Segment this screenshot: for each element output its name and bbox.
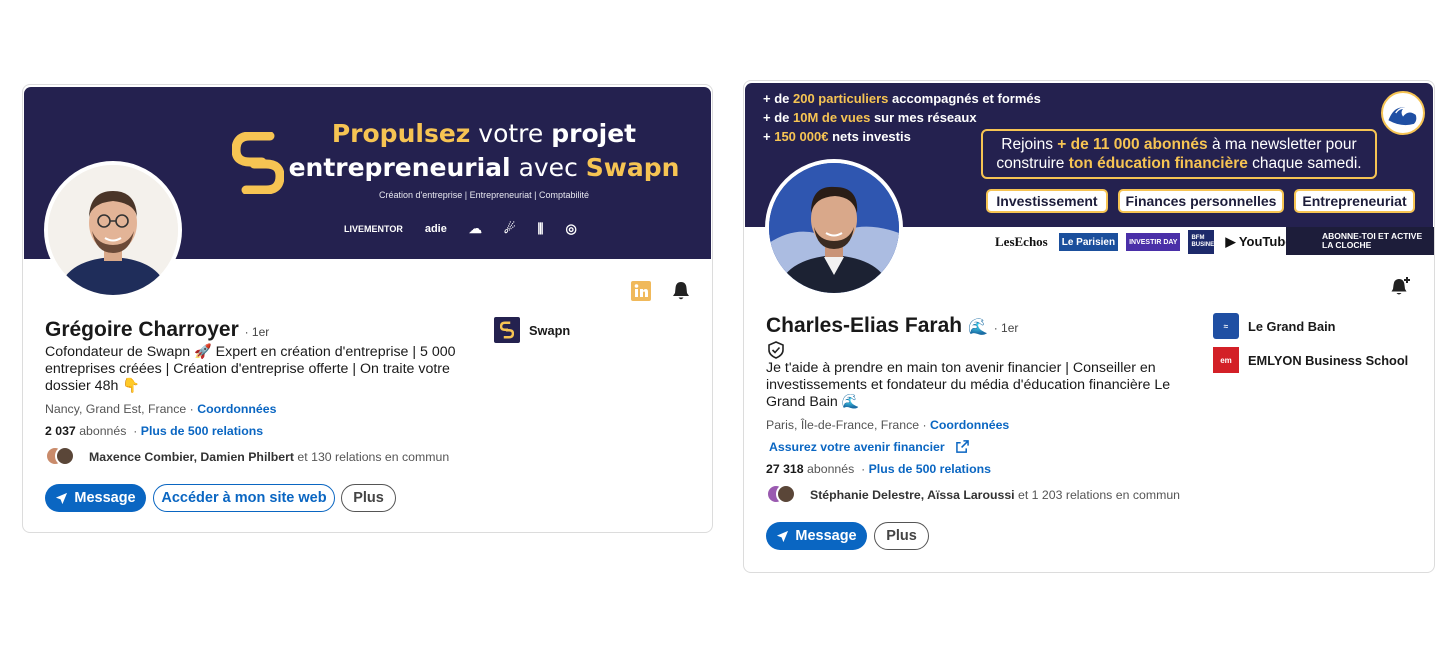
external-link-icon	[956, 440, 969, 453]
mutual-avatars	[45, 444, 75, 470]
company-swapn[interactable]: Swapn	[494, 317, 570, 343]
partner-logo: ⫼	[537, 221, 544, 236]
bell-add-icon[interactable]	[1391, 276, 1411, 296]
contact-info-link[interactable]: Coordonnées	[197, 402, 276, 416]
followers-count: 2 037	[45, 424, 76, 438]
media-logo: LesEchos	[995, 234, 1048, 249]
message-button[interactable]: Message	[766, 522, 867, 550]
banner-subtitle: Création d'entreprise | Entrepreneuriat …	[378, 190, 589, 200]
website-link[interactable]: Assurez votre avenir financier	[769, 440, 969, 454]
more-button[interactable]: Plus	[874, 522, 929, 550]
profile-card-charles-elias: + de 200 particuliers accompagnés et for…	[743, 80, 1435, 573]
banner-tag: Finances personnelles	[1118, 189, 1284, 213]
bell-cta: ABONNE-TOI ET ACTIVE LA CLOCHE	[1286, 227, 1434, 255]
message-button[interactable]: Message	[45, 484, 146, 512]
connection-degree: · 1er	[244, 325, 270, 339]
le-grand-bain-logo-icon: ≈	[1213, 313, 1239, 339]
connections-link[interactable]: Plus de 500 relations	[869, 462, 991, 476]
profile-location: Nancy, Grand Est, France · Coordonnées	[45, 402, 277, 416]
media-logo: INVESTIR DAY	[1126, 233, 1181, 251]
verified-shield-icon	[768, 341, 784, 359]
profile-name: Charles-Elias Farah 🌊 · 1er	[766, 314, 1019, 337]
more-button[interactable]: Plus	[341, 484, 396, 512]
profile-headline: Cofondateur de Swapn 🚀 Expert en créatio…	[45, 344, 456, 394]
media-logo: BFM BUSINESS	[1188, 230, 1222, 254]
profile-stats: 2 037 abonnés · Plus de 500 relations	[45, 424, 264, 438]
linkedin-icon[interactable]	[631, 281, 651, 301]
mutual-connections[interactable]: Stéphanie Delestre, Aïssa Laroussi et 1 …	[766, 482, 1180, 508]
send-icon	[777, 530, 789, 542]
swapn-logo-icon	[494, 317, 520, 343]
banner-tag: Investissement	[986, 189, 1108, 213]
partner-logo: LIVEMENTOR	[344, 224, 403, 234]
newsletter-callout: Rejoins + de 11 000 abonnés à ma newslet…	[981, 129, 1377, 179]
youtube-logo: ▶ YouTube	[1225, 234, 1293, 249]
website-button[interactable]: Accéder à mon site web	[153, 484, 335, 512]
company-emlyon[interactable]: em EMLYON Business School	[1213, 347, 1408, 373]
partner-logo: ◎	[565, 221, 577, 236]
mutual-connections[interactable]: Maxence Combier, Damien Philbert et 130 …	[45, 444, 449, 470]
contact-info-link[interactable]: Coordonnées	[930, 418, 1009, 432]
banner-title: Propulsez votre projet entrepreneurial a…	[288, 119, 680, 182]
connections-link[interactable]: Plus de 500 relations	[141, 424, 263, 438]
profile-headline: Je t'aide à prendre en main ton avenir f…	[766, 360, 1171, 410]
avatar[interactable]	[44, 161, 182, 299]
profile-card-gregoire: Propulsez votre projet entrepreneurial a…	[22, 84, 713, 533]
banner-tag: Entrepreneuriat	[1294, 189, 1415, 213]
send-icon	[56, 492, 68, 504]
swapn-logo	[232, 132, 284, 194]
partner-logo: adie	[424, 223, 447, 235]
partner-logo: ☄	[503, 221, 516, 236]
partner-logo: ☁︎	[468, 221, 482, 236]
followers-count: 27 318	[766, 462, 804, 476]
emlyon-logo-icon: em	[1213, 347, 1239, 373]
media-logos: LesEchos Le Parisien INVESTIR DAY BFM BU…	[992, 230, 1296, 254]
mutual-avatars	[766, 482, 796, 508]
profile-location: Paris, Île-de-France, France · Coordonné…	[766, 418, 1010, 432]
company-le-grand-bain[interactable]: ≈ Le Grand Bain	[1213, 313, 1335, 339]
avatar[interactable]	[765, 159, 903, 297]
bell-icon[interactable]	[672, 281, 690, 301]
wave-emoji: 🌊	[967, 319, 988, 336]
media-logo: Le Parisien	[1058, 233, 1119, 251]
profile-stats: 27 318 abonnés · Plus de 500 relations	[766, 462, 991, 476]
profile-name: Grégoire Charroyer · 1er	[45, 318, 270, 341]
connection-degree: · 1er	[993, 321, 1019, 335]
wave-logo	[1381, 91, 1425, 135]
partner-logos: LIVEMENTOR adie ☁︎ ☄ ⫼ ◎	[344, 221, 577, 237]
